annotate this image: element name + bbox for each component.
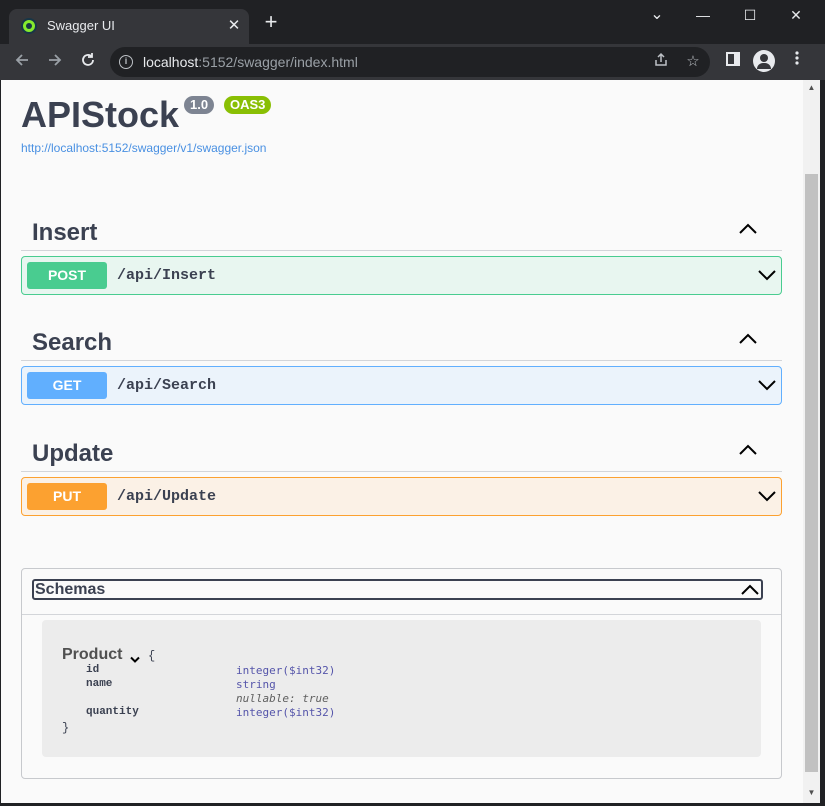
chevron-up-icon[interactable] bbox=[738, 221, 758, 237]
side-panel-icon[interactable] bbox=[721, 50, 745, 74]
swagger-favicon-icon bbox=[21, 18, 37, 34]
tag-header-insert[interactable]: Insert bbox=[21, 209, 782, 251]
vertical-scrollbar[interactable]: ▲ ▼ bbox=[803, 80, 820, 803]
schemas-section: Schemas Product { id integer($int32) nam… bbox=[21, 568, 782, 779]
tag-name: Search bbox=[32, 329, 113, 356]
scroll-down-icon[interactable]: ▼ bbox=[803, 786, 820, 800]
chevron-up-icon[interactable] bbox=[738, 331, 758, 347]
schemas-toggle-button[interactable]: Schemas bbox=[32, 579, 763, 600]
tag-section-search: Search GET /api/Search bbox=[21, 319, 782, 405]
star-icon[interactable]: ☆ bbox=[683, 52, 703, 72]
model-name[interactable]: Product bbox=[62, 646, 122, 664]
chevron-down-icon[interactable] bbox=[130, 651, 140, 663]
chevron-down-icon[interactable] bbox=[757, 377, 777, 393]
forward-arrow-icon[interactable] bbox=[43, 50, 67, 74]
operation-put-update[interactable]: PUT /api/Update bbox=[21, 477, 782, 516]
property-type: string bbox=[236, 678, 276, 691]
schemas-title: Schemas bbox=[35, 581, 106, 598]
tag-section-update: Update PUT /api/Update bbox=[21, 430, 782, 516]
tab-search-icon[interactable]: ⌄ bbox=[634, 0, 680, 30]
scroll-up-icon[interactable]: ▲ bbox=[803, 81, 820, 95]
tag-header-search[interactable]: Search bbox=[21, 319, 782, 361]
api-title: APIStock bbox=[21, 94, 180, 135]
chevron-up-icon[interactable] bbox=[740, 582, 760, 598]
property-name: id bbox=[86, 664, 100, 676]
chevron-up-icon[interactable] bbox=[738, 442, 758, 458]
property-type: integer($int32) bbox=[236, 706, 336, 719]
method-badge: POST bbox=[27, 262, 107, 289]
close-brace: } bbox=[62, 721, 70, 735]
minimize-button[interactable]: — bbox=[680, 0, 726, 30]
chevron-down-icon[interactable] bbox=[757, 488, 777, 504]
browser-toolbar: i localhost:5152/swagger/index.html ☆ bbox=[0, 44, 825, 80]
share-icon[interactable] bbox=[651, 52, 671, 72]
oas-badge: OAS3 bbox=[224, 96, 272, 114]
operation-post-insert[interactable]: POST /api/Insert bbox=[21, 256, 782, 295]
tag-name: Insert bbox=[32, 219, 98, 246]
maximize-button[interactable]: ☐ bbox=[727, 0, 773, 30]
scroll-thumb[interactable] bbox=[805, 174, 818, 772]
address-bar[interactable]: i localhost:5152/swagger/index.html ☆ bbox=[110, 47, 710, 77]
operation-path: /api/Update bbox=[117, 488, 217, 505]
chevron-down-icon[interactable] bbox=[757, 267, 777, 283]
reload-icon[interactable] bbox=[76, 50, 100, 74]
tag-name: Update bbox=[32, 440, 114, 467]
api-info: APIStock 1.0 OAS3 bbox=[21, 94, 272, 136]
tag-header-update[interactable]: Update bbox=[21, 430, 782, 472]
menu-icon[interactable] bbox=[785, 50, 809, 74]
profile-icon[interactable] bbox=[753, 50, 775, 72]
browser-tab-swagger[interactable]: Swagger UI ✕ bbox=[9, 9, 249, 44]
property-type: integer($int32) bbox=[236, 664, 336, 677]
property-name: name bbox=[86, 678, 113, 690]
divider bbox=[22, 614, 781, 615]
operation-get-search[interactable]: GET /api/Search bbox=[21, 366, 782, 405]
open-brace: { bbox=[148, 649, 156, 663]
operation-path: /api/Insert bbox=[117, 267, 217, 284]
tab-title: Swagger UI bbox=[47, 18, 115, 33]
url-text[interactable]: localhost:5152/swagger/index.html bbox=[143, 54, 358, 70]
spec-url-link[interactable]: http://localhost:5152/swagger/v1/swagger… bbox=[21, 141, 266, 155]
info-icon[interactable]: i bbox=[119, 55, 133, 69]
tag-section-insert: Insert POST /api/Insert bbox=[21, 209, 782, 295]
new-tab-button[interactable]: + bbox=[260, 11, 282, 34]
method-badge: GET bbox=[27, 372, 107, 399]
close-window-button[interactable]: ✕ bbox=[773, 0, 819, 30]
operation-path: /api/Search bbox=[117, 377, 217, 394]
page-viewport: APIStock 1.0 OAS3 http://localhost:5152/… bbox=[1, 80, 803, 803]
model-product: Product { id integer($int32) name string… bbox=[42, 620, 761, 757]
method-badge: PUT bbox=[27, 483, 107, 510]
property-nullable: nullable: true bbox=[236, 692, 329, 705]
back-arrow-icon[interactable] bbox=[10, 50, 34, 74]
version-badge: 1.0 bbox=[184, 96, 215, 114]
tab-close-icon[interactable]: ✕ bbox=[225, 17, 243, 35]
browser-titlebar: Swagger UI ✕ + ⌄ — ☐ ✕ bbox=[0, 0, 825, 44]
property-name: quantity bbox=[86, 706, 139, 718]
